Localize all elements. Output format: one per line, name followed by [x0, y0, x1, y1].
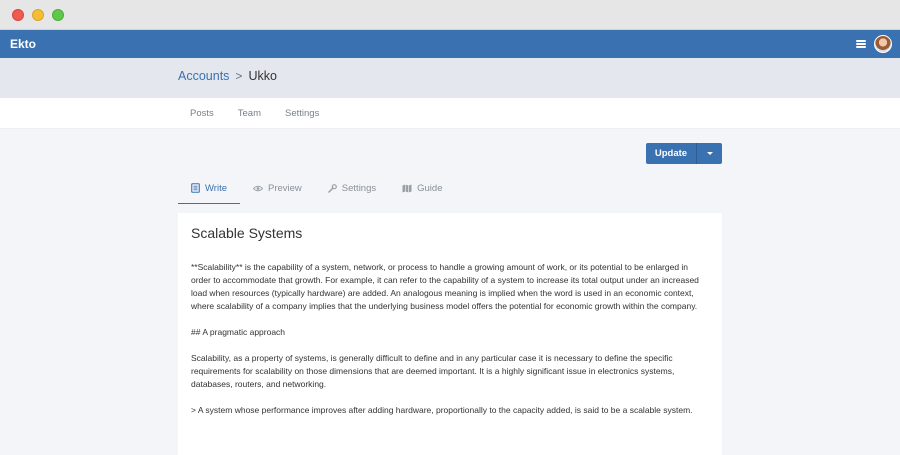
close-window-button[interactable]: [12, 8, 24, 21]
main-content: Update Write Preview Settings Guide Scal…: [0, 129, 900, 455]
document-paragraph: **Scalability** is the capability of a s…: [191, 262, 699, 311]
update-button[interactable]: Update: [646, 143, 696, 164]
eye-icon: [253, 185, 263, 191]
editor-tabs: Write Preview Settings Guide: [178, 173, 722, 204]
markdown-editor[interactable]: Scalable Systems **Scalability** is the …: [178, 213, 722, 455]
subnav-item-team[interactable]: Team: [238, 108, 261, 119]
brand-logo[interactable]: Ekto: [10, 37, 36, 51]
tab-settings[interactable]: Settings: [315, 173, 389, 204]
document-body[interactable]: **Scalability** is the capability of a s…: [191, 261, 709, 417]
tab-write-label: Write: [205, 182, 227, 194]
tab-preview[interactable]: Preview: [240, 173, 315, 204]
document-heading-line: ## A pragmatic approach: [191, 327, 286, 337]
app-window: Ekto Accounts > Ukko Posts Team Settings…: [0, 0, 900, 455]
app-navbar: Ekto: [0, 30, 900, 58]
document-blockquote-line: > A system whose performance improves af…: [191, 405, 693, 415]
caret-down-icon: [706, 152, 713, 155]
tab-settings-label: Settings: [341, 182, 377, 194]
page-header: Accounts > Ukko: [0, 58, 900, 98]
minimize-window-button[interactable]: [32, 8, 44, 21]
update-button-group: Update: [646, 143, 722, 164]
document-paragraph: Scalability, as a property of systems, i…: [191, 353, 675, 389]
sub-navigation: Posts Team Settings: [0, 98, 900, 129]
breadcrumb-accounts-link[interactable]: Accounts: [178, 69, 229, 83]
tab-guide-label: Guide: [417, 182, 443, 194]
zoom-window-button[interactable]: [52, 8, 64, 21]
document-icon: [191, 183, 200, 193]
wrench-icon: [328, 183, 337, 193]
avatar[interactable]: [874, 35, 892, 53]
breadcrumb: Accounts > Ukko: [178, 69, 277, 83]
chevron-right-icon: >: [235, 69, 243, 83]
subnav-item-settings[interactable]: Settings: [285, 108, 319, 119]
tab-guide[interactable]: Guide: [389, 173, 455, 204]
breadcrumb-current: Ukko: [248, 69, 277, 83]
hamburger-menu-icon[interactable]: [856, 40, 866, 48]
document-title[interactable]: Scalable Systems: [191, 225, 709, 241]
subnav-item-posts[interactable]: Posts: [190, 108, 214, 119]
tab-write[interactable]: Write: [178, 173, 240, 204]
map-icon: [402, 184, 412, 192]
tab-preview-label: Preview: [268, 182, 302, 194]
window-titlebar: [0, 0, 900, 30]
update-dropdown-toggle[interactable]: [696, 143, 722, 164]
